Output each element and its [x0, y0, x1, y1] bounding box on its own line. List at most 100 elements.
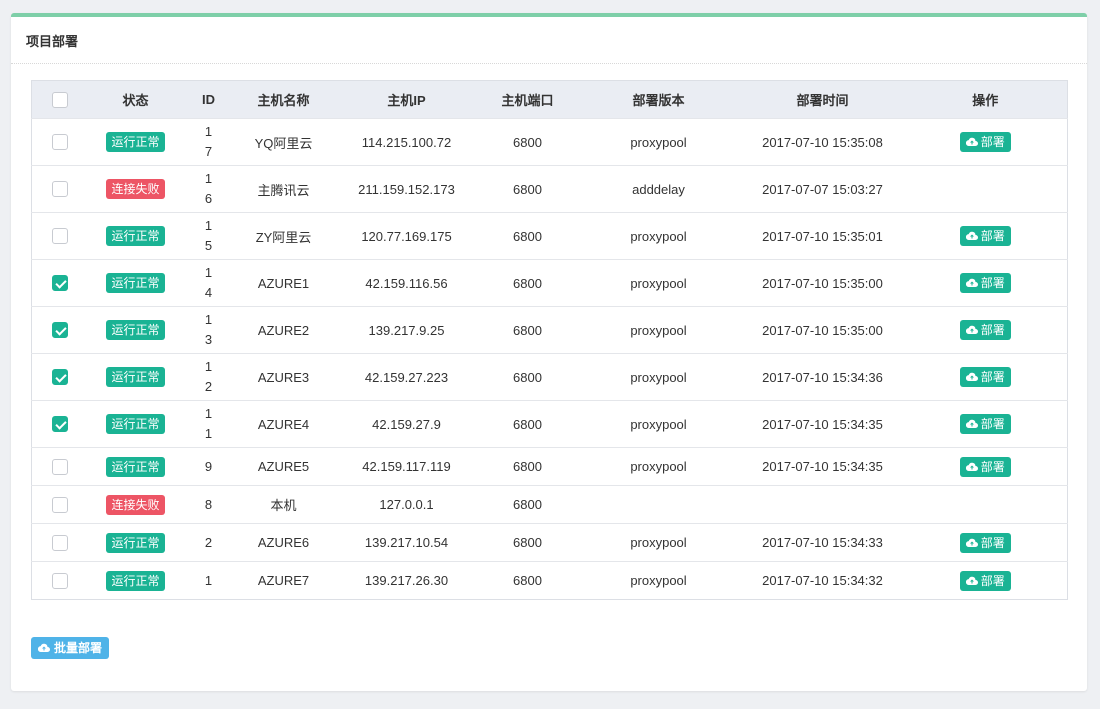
row-id: 2: [204, 534, 213, 550]
row-deploy-version: proxypool: [575, 306, 742, 354]
status-badge: 运行正常: [106, 132, 165, 152]
row-id-cell: 9: [183, 447, 234, 486]
cloud-upload-icon: [965, 462, 978, 471]
deploy-button[interactable]: 部署: [959, 226, 1011, 246]
deploy-label: 部署: [980, 535, 1005, 550]
deploy-button[interactable]: 部署: [959, 320, 1011, 340]
cloud-upload-icon: [965, 325, 978, 335]
row-id-cell: 1: [183, 561, 234, 600]
batch-deploy-button[interactable]: 批量部署: [31, 637, 110, 659]
row-checkbox[interactable]: [51, 275, 68, 292]
row-actions-cell: 部署: [903, 447, 1068, 486]
row-actions-cell: [903, 165, 1068, 213]
table-header-row: 状态 ID 主机名称 主机IP 主机端口 部署版本 部署时间 操作: [31, 80, 1068, 119]
deploy-button[interactable]: 部署: [959, 570, 1011, 591]
hosts-table-wrap: 状态 ID 主机名称 主机IP 主机端口 部署版本 部署时间 操作 运行正常 1…: [31, 80, 1068, 600]
cloud-upload-icon: [965, 576, 978, 585]
deploy-button[interactable]: 部署: [959, 273, 1011, 293]
row-status-cell: 运行正常: [87, 306, 184, 354]
select-all-checkbox[interactable]: [51, 91, 68, 108]
deploy-button[interactable]: 部署: [959, 532, 1011, 553]
row-select-cell: [31, 561, 88, 600]
row-select-cell: [31, 306, 88, 354]
row-host-ip: 42.159.27.9: [333, 400, 480, 448]
row-actions-cell: 部署: [903, 523, 1068, 562]
row-checkbox[interactable]: [51, 496, 68, 513]
row-checkbox[interactable]: [51, 369, 68, 386]
status-badge: 运行正常: [106, 532, 165, 553]
panel-title: 项目部署: [11, 17, 1087, 64]
table-body: 运行正常 17 YQ阿里云 114.215.100.72 6800 proxyp…: [31, 118, 1068, 600]
row-deploy-version: adddelay: [575, 165, 742, 213]
row-host-ip: 139.217.9.25: [333, 306, 480, 354]
row-host-ip: 139.217.10.54: [333, 523, 480, 562]
row-id-cell: 11: [183, 400, 234, 448]
row-id-cell: 2: [183, 523, 234, 562]
row-host-name: AZURE1: [233, 259, 334, 307]
table-row: 连接失败 16 主腾讯云 211.159.152.173 6800 adddel…: [31, 165, 1068, 213]
row-status-cell: 运行正常: [87, 400, 184, 448]
row-deploy-time: 2017-07-10 15:35:01: [741, 212, 904, 260]
row-deploy-time: 2017-07-10 15:35:08: [741, 118, 904, 166]
deploy-button[interactable]: 部署: [959, 456, 1011, 477]
id-digit: 1: [204, 124, 213, 139]
row-host-ip: 42.159.117.119: [333, 447, 480, 486]
row-checkbox[interactable]: [51, 534, 68, 551]
row-deploy-time: 2017-07-10 15:34:33: [741, 523, 904, 562]
row-id: 8: [204, 496, 213, 512]
row-checkbox[interactable]: [51, 572, 68, 589]
col-deploy-time: 部署时间: [796, 93, 849, 108]
deploy-label: 部署: [980, 417, 1005, 431]
row-deploy-version: proxypool: [575, 523, 742, 562]
row-host-name: AZURE3: [233, 353, 334, 401]
row-status-cell: 连接失败: [87, 165, 184, 213]
row-actions-cell: 部署: [903, 400, 1068, 448]
status-badge: 连接失败: [106, 179, 165, 199]
row-deploy-time: 2017-07-07 15:03:27: [741, 165, 904, 213]
deploy-button[interactable]: 部署: [959, 414, 1011, 434]
deploy-label: 部署: [980, 573, 1005, 588]
row-deploy-time: 2017-07-10 15:35:00: [741, 306, 904, 354]
id-digit: 4: [204, 285, 213, 300]
row-id: 1: [204, 572, 213, 588]
row-checkbox[interactable]: [51, 322, 68, 339]
row-deploy-version: [575, 485, 742, 524]
id-digit: 6: [204, 191, 213, 206]
row-host-name: AZURE4: [233, 400, 334, 448]
table-row: 运行正常 17 YQ阿里云 114.215.100.72 6800 proxyp…: [31, 118, 1068, 166]
col-deploy-version: 部署版本: [632, 93, 685, 108]
cloud-upload-icon: [965, 137, 978, 147]
cloud-upload-icon: [965, 231, 978, 241]
row-checkbox[interactable]: [51, 134, 68, 151]
row-host-port: 6800: [479, 400, 576, 448]
deploy-label: 部署: [980, 276, 1005, 290]
row-host-ip: 114.215.100.72: [333, 118, 480, 166]
row-checkbox[interactable]: [51, 228, 68, 245]
col-host-port: 主机端口: [501, 93, 554, 108]
row-select-cell: [31, 353, 88, 401]
deploy-button[interactable]: 部署: [959, 367, 1011, 387]
row-host-port: 6800: [479, 118, 576, 166]
deploy-button[interactable]: 部署: [959, 132, 1011, 152]
row-select-cell: [31, 523, 88, 562]
row-status-cell: 运行正常: [87, 259, 184, 307]
deploy-label: 部署: [980, 135, 1005, 149]
row-deploy-time: 2017-07-10 15:34:35: [741, 400, 904, 448]
row-host-name: AZURE2: [233, 306, 334, 354]
row-checkbox[interactable]: [51, 416, 68, 433]
row-host-port: 6800: [479, 212, 576, 260]
row-checkbox[interactable]: [51, 458, 68, 475]
row-host-ip: 211.159.152.173: [333, 165, 480, 213]
row-deploy-version: proxypool: [575, 259, 742, 307]
id-digit: 3: [204, 332, 213, 347]
col-id: ID: [202, 92, 215, 107]
row-id-cell: 14: [183, 259, 234, 307]
row-checkbox[interactable]: [51, 181, 68, 198]
row-host-port: 6800: [479, 306, 576, 354]
cloud-upload-icon: [38, 643, 50, 653]
status-badge: 运行正常: [106, 456, 165, 477]
row-host-name: 主腾讯云: [233, 165, 334, 213]
row-actions-cell: [903, 485, 1068, 524]
row-host-port: 6800: [479, 165, 576, 213]
table-row: 运行正常 12 AZURE3 42.159.27.223 6800 proxyp…: [31, 353, 1068, 401]
